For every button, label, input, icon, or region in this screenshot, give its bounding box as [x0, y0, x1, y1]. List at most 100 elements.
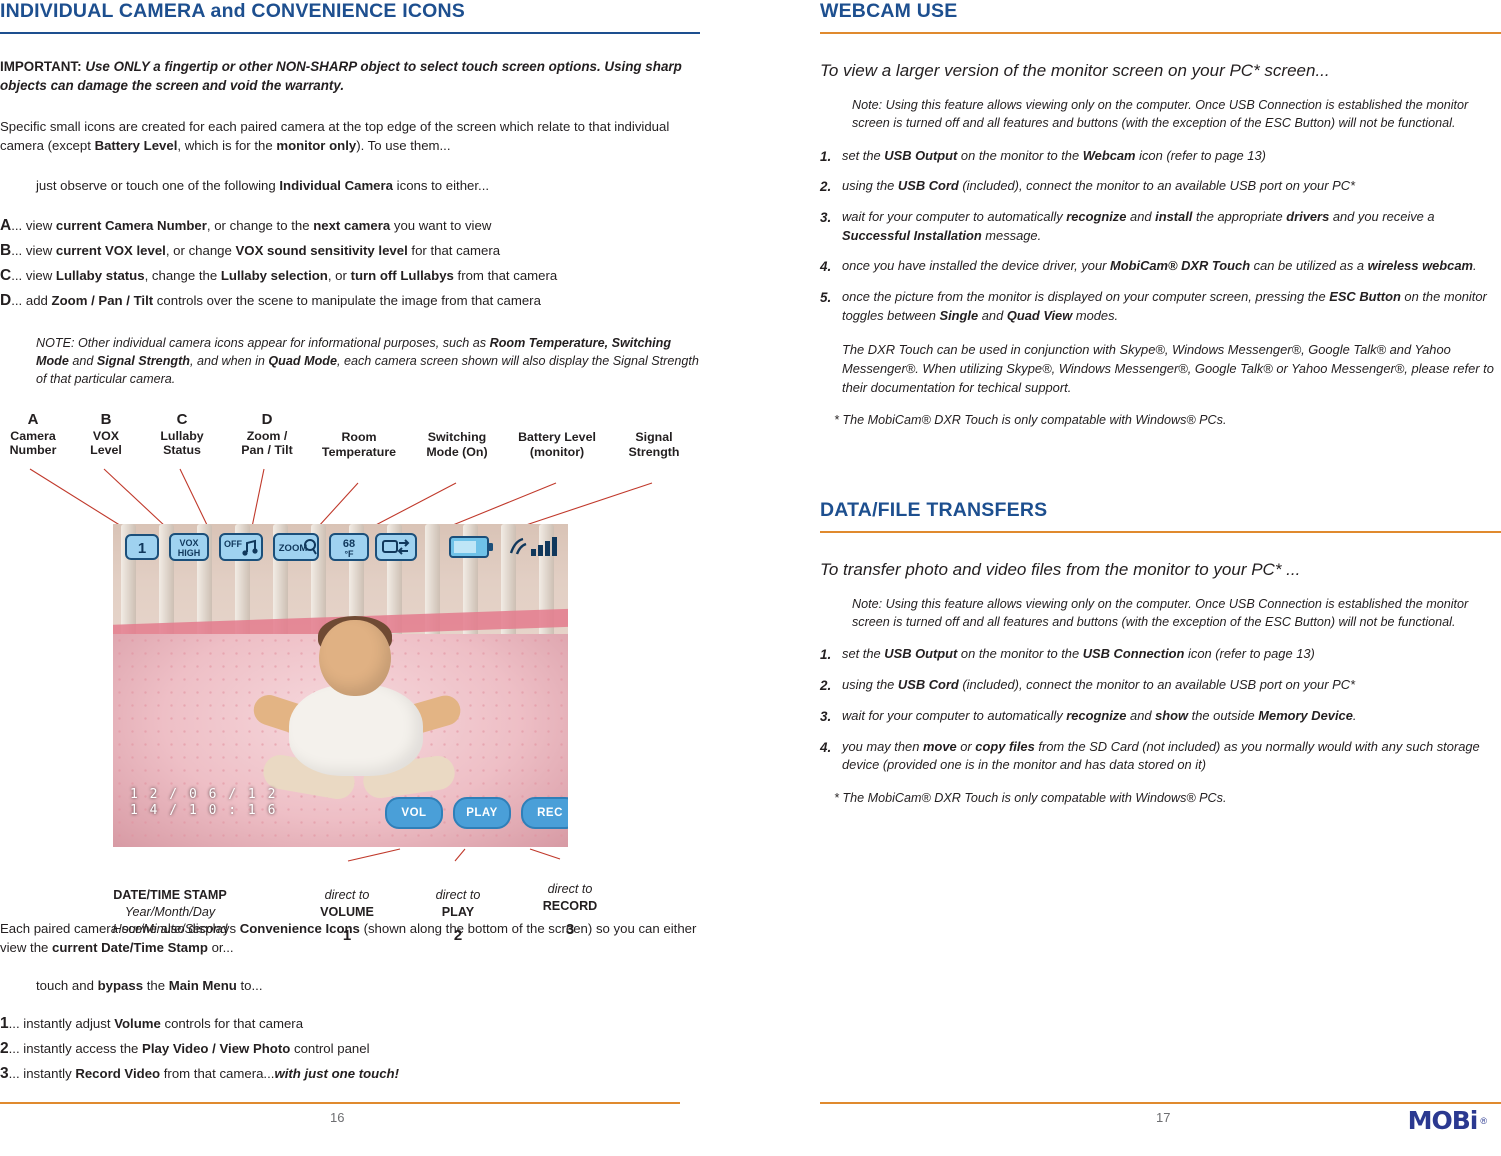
step-bold: install — [1155, 209, 1193, 224]
vox-level-icon[interactable]: VOX HIGH — [169, 531, 209, 563]
page-title: INDIVIDUAL CAMERA and CONVENIENCE ICONS — [0, 0, 466, 22]
step-text: on the monitor to the — [957, 147, 1083, 163]
step-number: 2. — [820, 179, 832, 195]
callout-line1: Zoom / — [246, 428, 288, 443]
webcam-title: WEBCAM USE — [820, 0, 958, 22]
label-direct-to-record: direct to RECORD 3 — [510, 881, 630, 940]
important-label: IMPORTANT: — [0, 59, 82, 74]
item-bold: Lullaby status — [55, 268, 145, 284]
list-item: A... view current Camera Number, or chan… — [0, 213, 700, 238]
battery-level-icon[interactable] — [449, 531, 495, 563]
observe-part-2: icons to either... — [393, 178, 490, 194]
item-number: 2 — [0, 1040, 9, 1058]
step-bold: USB Cord — [897, 677, 959, 693]
data-lead: To transfer photo and video files from t… — [820, 559, 1301, 579]
item-text: , or — [327, 268, 351, 284]
left-page: INDIVIDUAL CAMERA and CONVENIENCE ICONS … — [0, 0, 700, 1156]
step-text: using the — [842, 677, 898, 693]
touch-part-3: to... — [236, 978, 263, 994]
left-section-title-wrap: INDIVIDUAL CAMERA and CONVENIENCE ICONS — [0, 0, 700, 34]
data-section-title-wrap: DATA/FILE TRANSFERS — [820, 499, 1501, 533]
list-item: D... add Zoom / Pan / Tilt controls over… — [0, 288, 700, 313]
list-item: 4. once you have installed the device dri… — [820, 257, 1501, 276]
important-text: Use ONLY a fingertip or other NON-SHARP … — [0, 59, 682, 93]
switching-mode-icon[interactable] — [375, 531, 417, 563]
step-bold: USB Output — [884, 147, 958, 163]
webcam-paragraph: The DXR Touch can be used in conjunction… — [842, 341, 1494, 395]
item-text: ... view — [11, 268, 56, 284]
lullaby-status-icon[interactable]: OFF — [219, 531, 263, 563]
list-item: 3. wait for your computer to automatical… — [820, 707, 1501, 726]
item-number: 3 — [0, 1065, 9, 1083]
callout-letter: C — [176, 411, 188, 429]
note-part-1: NOTE: Other individual camera icons appe… — [36, 336, 490, 351]
svg-text:1: 1 — [138, 540, 146, 557]
brand-registered-mark: ® — [1480, 1115, 1487, 1126]
item-letter: A — [0, 216, 12, 234]
list-item: 3... instantly Record Video from that ca… — [0, 1061, 700, 1086]
step-bold: Webcam — [1082, 147, 1136, 163]
label-sub-1: VOLUME — [320, 905, 374, 920]
item-text: controls over the scene to manipulate th… — [153, 293, 541, 309]
step-bold: copy files — [975, 738, 1035, 754]
callout-line1: Lullaby — [160, 428, 204, 443]
list-item: 4. you may then move or copy files from t… — [820, 738, 1501, 775]
step-number: 3. — [820, 210, 832, 225]
step-number: 1. — [820, 647, 832, 663]
room-temperature-icon[interactable]: 68 °F — [329, 531, 369, 563]
callout-line2: Level — [90, 443, 122, 458]
webcam-footnote: * The MobiCam® DXR Touch is only compata… — [834, 412, 1227, 427]
item-letter: D — [0, 292, 12, 310]
intro-bold-1: Battery Level — [94, 138, 178, 154]
zoom-pan-tilt-icon[interactable]: ZOOM — [273, 531, 319, 563]
callout-line1: Room — [341, 430, 377, 445]
camera-number-icon[interactable]: 1 — [125, 531, 159, 563]
item-bold: VOX sound sensitivity level — [235, 243, 408, 259]
list-item: 3. wait for your computer to automatical… — [820, 208, 1501, 245]
callout-line2: Status — [163, 443, 201, 458]
item-bold: current VOX level — [55, 243, 166, 259]
note-part-3: , and when in — [189, 354, 269, 369]
callout-line2: Number — [9, 443, 57, 458]
callout-c: C Lullaby Status — [148, 411, 216, 458]
step-bold: recognize — [1066, 707, 1127, 723]
label-number: 2 — [453, 927, 463, 945]
svg-text:OFF: OFF — [224, 539, 242, 549]
callout-line1: Switching — [427, 430, 487, 445]
item-number: 1 — [0, 1015, 9, 1032]
callout-switching-mode: Switching Mode (On) — [412, 430, 502, 459]
step-number: 4. — [820, 739, 832, 755]
touch-bold-2: Main Menu — [168, 978, 237, 994]
step-text: set the — [842, 147, 885, 163]
intro-part-2: , which is for the — [177, 138, 277, 154]
step-number: 3. — [820, 708, 832, 724]
step-bold: ESC Button — [1329, 289, 1401, 305]
baby-body — [289, 684, 423, 777]
item-bold: turn off Lullabys — [350, 268, 454, 284]
manual-spread: INDIVIDUAL CAMERA and CONVENIENCE ICONS … — [0, 0, 1501, 1156]
step-bold: move — [922, 738, 957, 754]
step-text: and — [1126, 209, 1156, 224]
step-number: 2. — [820, 678, 832, 694]
intro-bold-2: monitor only — [276, 138, 357, 154]
list-item: 2... instantly access the Play Video / V… — [0, 1036, 700, 1061]
step-text: and — [978, 307, 1007, 323]
item-text: , change the — [144, 268, 221, 284]
item-text: for that camera — [407, 243, 501, 259]
item-bold: Zoom / Pan / Tilt — [51, 293, 154, 309]
step-text: set the — [842, 646, 885, 662]
step-text: the outside — [1188, 707, 1259, 723]
svg-text:VOX: VOX — [179, 538, 198, 548]
item-text: ... instantly — [8, 1066, 76, 1082]
note-paragraph: NOTE: Other individual camera icons appe… — [36, 335, 700, 389]
callout-letter: B — [100, 411, 112, 429]
label-title: DATE/TIME STAMP — [113, 888, 227, 903]
item-text: ... instantly adjust — [8, 1016, 115, 1031]
brand-logo: MOBi ® — [1408, 1106, 1487, 1135]
list-item: 2. using the USB Cord (included), connec… — [820, 177, 1501, 196]
figure-callout-labels: A Camera Number B VOX Level C Lullaby St… — [0, 411, 700, 463]
item-bold: Volume — [114, 1016, 161, 1031]
signal-strength-icon[interactable] — [505, 531, 559, 563]
figure-lower-labels: DATE/TIME STAMP Year/Month/Day Hour/Minu… — [0, 859, 700, 979]
label-sub-1: PLAY — [441, 905, 475, 920]
